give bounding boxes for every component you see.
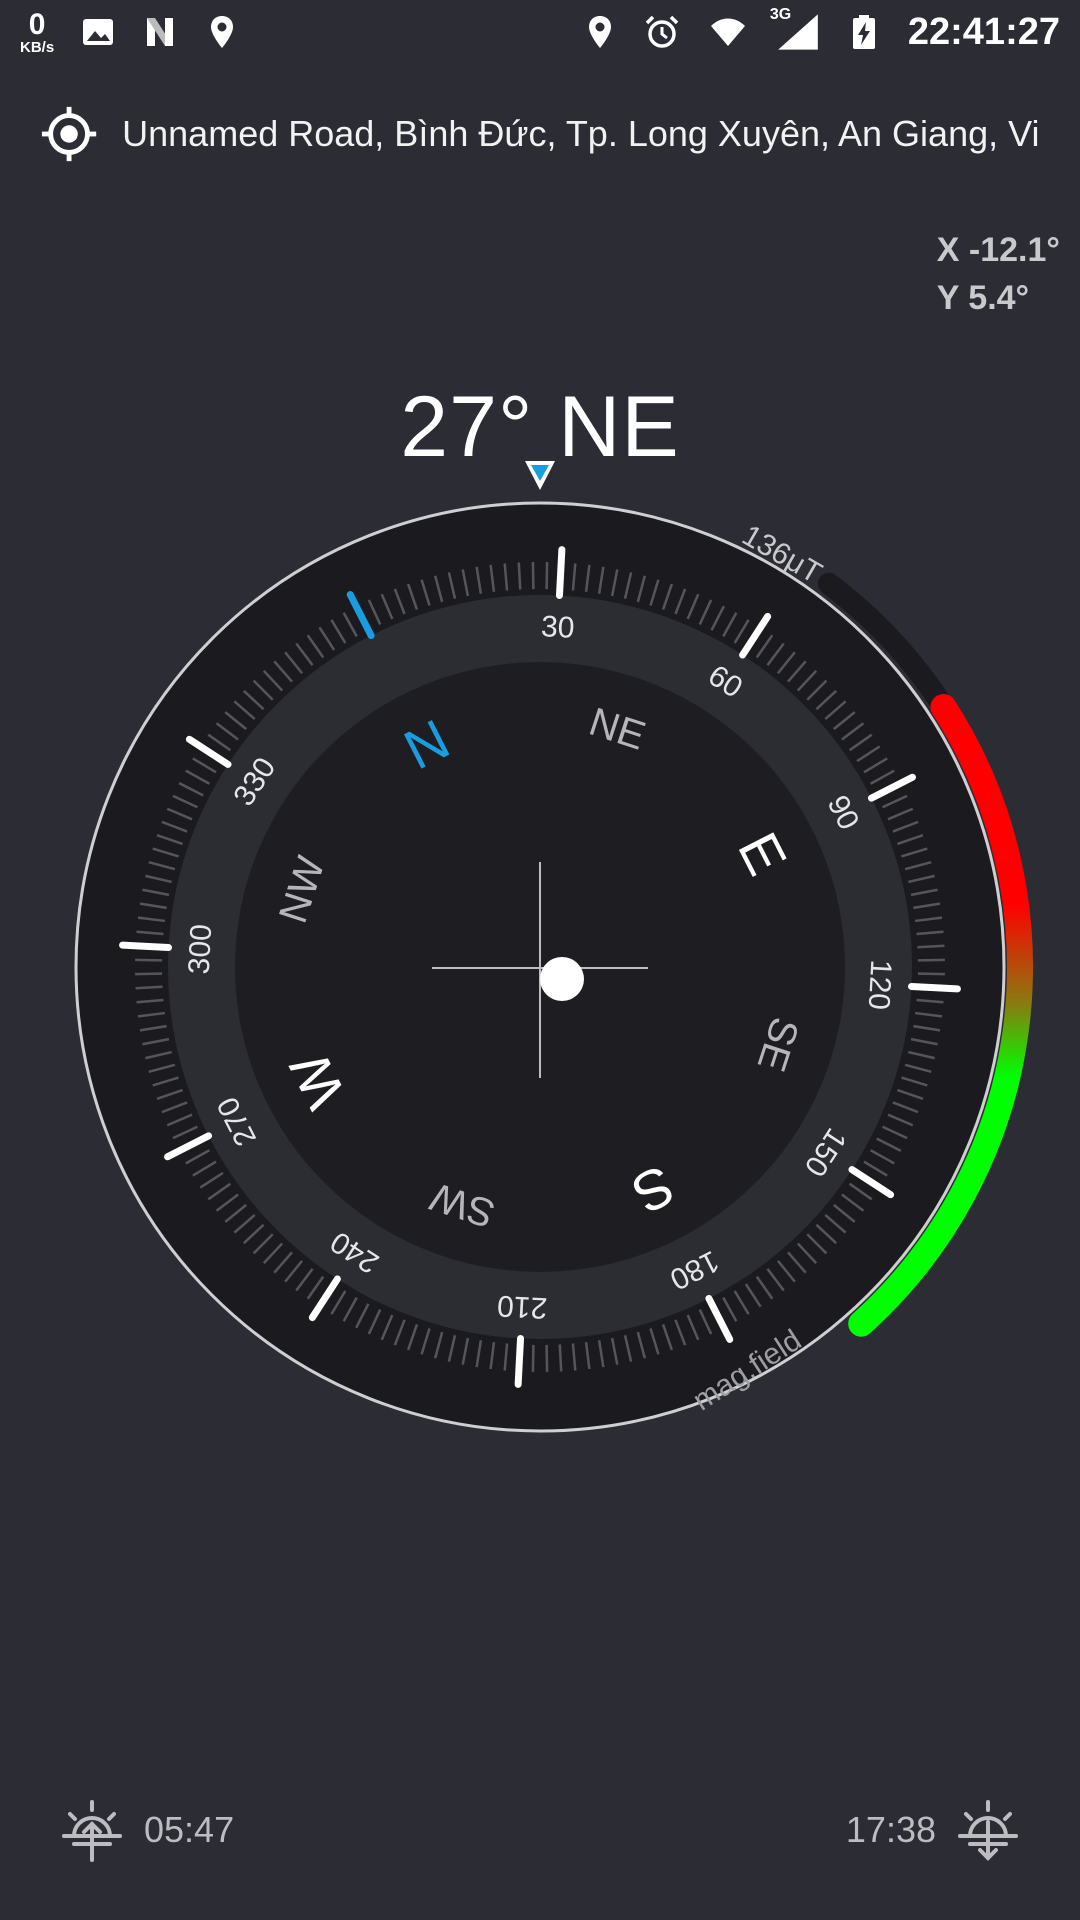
degree-label: 300 xyxy=(183,923,219,975)
minor-tick xyxy=(517,562,522,590)
minor-tick xyxy=(917,944,945,949)
compass-dial[interactable]: 306090120150180210240270300330 NESWNESES… xyxy=(0,0,1080,1920)
degree-label: 120 xyxy=(862,959,898,1011)
major-tick xyxy=(514,1334,525,1388)
sunset-icon xyxy=(958,1800,1018,1861)
sunrise-icon xyxy=(62,1800,122,1862)
degree-label: 30 xyxy=(540,610,575,645)
sunset-row: 17:38 xyxy=(846,1790,1020,1870)
minor-tick xyxy=(558,1344,563,1372)
major-tick xyxy=(907,982,961,993)
sunrise-time: 05:47 xyxy=(144,1809,235,1850)
sunrise-row: 05:47 xyxy=(60,1790,234,1870)
level-bubble xyxy=(540,957,584,1001)
sunset-time: 17:38 xyxy=(845,1809,936,1850)
major-tick xyxy=(555,546,566,600)
degree-label: 210 xyxy=(496,1289,548,1325)
major-tick xyxy=(119,941,173,952)
minor-tick xyxy=(135,985,163,990)
